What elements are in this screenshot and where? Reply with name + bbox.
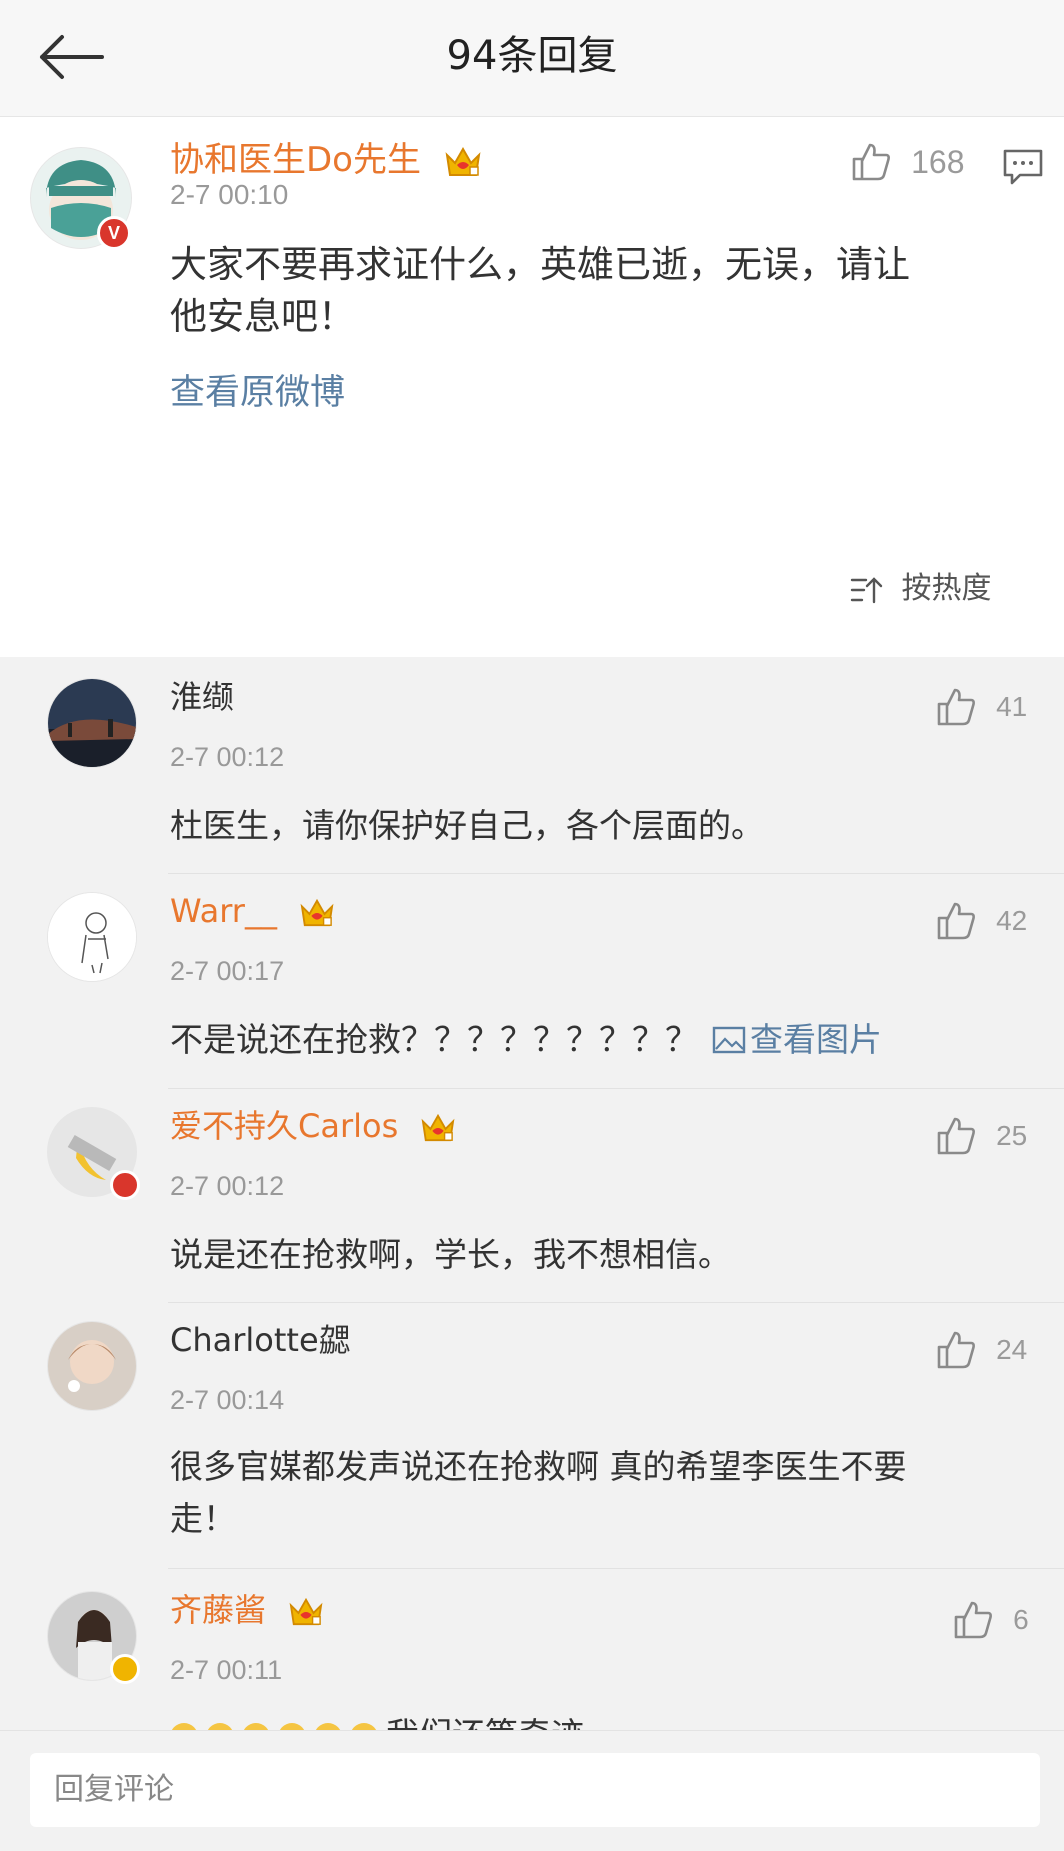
thumbs-up-icon [954, 1601, 992, 1639]
text-line: 走！ [170, 1499, 236, 1538]
comment-time: 2-7 00:12 [170, 742, 285, 772]
city-night-avatar-icon [48, 679, 136, 767]
like-count: 25 [996, 1120, 1028, 1151]
comment-like-button[interactable]: 24 [935, 1329, 1027, 1371]
verified-badge [110, 1654, 140, 1684]
main-post-like-button[interactable]: 168 [850, 141, 964, 183]
sketch-avatar-icon [48, 893, 136, 981]
like-count: 41 [996, 691, 1028, 722]
like-count: 42 [996, 905, 1028, 936]
username-text[interactable]: 齐藤酱 [170, 1591, 266, 1629]
comment-text: 很多官媒都发声说还在抢救啊 真的希望李医生不要 走！ [170, 1441, 907, 1545]
reply-input[interactable]: 回复评论 [30, 1753, 1040, 1827]
crying-emoji-icon [350, 1722, 378, 1730]
comment-text-body: 我们还等奇迹 [386, 1715, 584, 1730]
verified-badge: V [97, 216, 131, 250]
sort-label: 按热度 [901, 571, 992, 606]
comment-like-button[interactable]: 41 [935, 686, 1027, 728]
comment-text: 杜医生，请你保护好自己，各个层面的。 [170, 806, 764, 845]
comment-username[interactable]: 淮缬 [170, 674, 234, 720]
thumbs-up-icon [937, 688, 975, 726]
avatar[interactable] [47, 678, 137, 768]
crown-icon [445, 146, 481, 176]
page-title: 94条回复 [446, 33, 618, 79]
thumbs-up-icon [852, 143, 890, 181]
thumbs-up-icon [937, 902, 975, 940]
crying-emoji-icon [278, 1722, 306, 1730]
text-line: 他安息吧！ [170, 295, 355, 338]
avatar[interactable]: V [30, 147, 132, 250]
crying-emoji-icon [206, 1722, 234, 1730]
thumbs-up-icon [937, 1117, 975, 1155]
member-badge [110, 1170, 140, 1200]
comment-time: 2-7 00:17 [170, 956, 285, 986]
comment-icon [1003, 149, 1043, 185]
like-count: 6 [1013, 1604, 1029, 1635]
crying-emoji-icon [314, 1722, 342, 1730]
comment-time: 2-7 00:11 [170, 1655, 283, 1685]
text-line: 很多官媒都发声说还在抢救啊 真的希望李医生不要 [170, 1447, 907, 1486]
reply-button[interactable] [1002, 147, 1044, 191]
comment-like-button[interactable]: 6 [952, 1599, 1029, 1641]
reply-bar: 回复评论 [0, 1730, 1064, 1851]
username-text[interactable]: 爱不持久Carlos [170, 1107, 398, 1145]
crown-icon [300, 898, 334, 927]
comment-item: Warr__ 2-7 00:17 不是说还在抢救？？？？？？？？？ 查看图片 42 [0, 874, 1064, 1087]
thumbs-up-icon [937, 1331, 975, 1369]
comment-text: 我们还等奇迹 [170, 1709, 584, 1730]
crown-icon [422, 1113, 455, 1142]
view-image-label[interactable]: 查看图片 [750, 1020, 882, 1059]
image-icon [712, 1026, 746, 1054]
comment-item: Charlotte勰 2-7 00:14 很多官媒都发声说还在抢救啊 真的希望李… [0, 1303, 1064, 1568]
comment-username[interactable]: Charlotte勰 [170, 1317, 351, 1363]
text-line: 大家不要再求证什么，英雄已逝，无误，请让 [170, 243, 910, 286]
crown-icon [289, 1597, 323, 1626]
avatar[interactable] [47, 1591, 140, 1684]
like-count: 24 [996, 1334, 1028, 1365]
comment-like-button[interactable]: 25 [935, 1115, 1027, 1157]
view-original-link[interactable]: 查看原微博 [170, 364, 345, 415]
comment-text: 说是还在抢救啊，学长，我不想相信。 [170, 1235, 731, 1274]
main-post-text: 大家不要再求证什么，英雄已逝，无误，请让 他安息吧！ [170, 239, 910, 343]
child-avatar-icon [48, 1322, 136, 1410]
sort-toggle[interactable]: 按热度 [850, 563, 992, 607]
comment-item: 齐藤酱 2-7 00:11 我们还等奇迹 6 [0, 1569, 1064, 1730]
username-text[interactable]: 协和医生Do先生 [170, 140, 421, 180]
crying-emoji-icon [242, 1722, 270, 1730]
avatar[interactable] [47, 1321, 137, 1411]
avatar[interactable] [47, 1107, 140, 1200]
comment-time: 2-7 00:12 [170, 1171, 285, 1201]
avatar[interactable] [47, 892, 137, 982]
comment-item: 淮缬 2-7 00:12 杜医生，请你保护好自己，各个层面的。 41 [0, 660, 1064, 873]
like-count: 168 [911, 143, 965, 180]
comment-username[interactable]: Warr__ [170, 886, 335, 936]
comment-username[interactable]: 齐藤酱 [170, 1585, 324, 1635]
username-text[interactable]: Warr__ [170, 892, 277, 930]
comment-time: 2-7 00:14 [170, 1385, 285, 1415]
comment-like-button[interactable]: 42 [935, 900, 1027, 942]
main-post-time: 2-7 00:10 [170, 179, 289, 210]
comment-text: 不是说还在抢救？？？？？？？？？ 查看图片 [170, 1014, 882, 1066]
comment-item: 爱不持久Carlos 2-7 00:12 说是还在抢救啊，学长，我不想相信。 2… [0, 1089, 1064, 1302]
sort-icon [850, 576, 883, 603]
main-post: V 协和医生Do先生 2-7 00:10 168 大家不要再求证什么，英雄已逝，… [0, 117, 1064, 657]
view-image-link[interactable]: 查看图片 [712, 1020, 882, 1059]
comment-username[interactable]: 爱不持久Carlos [170, 1101, 456, 1151]
top-bar: 94条回复 [0, 0, 1064, 117]
comment-text-body: 不是说还在抢救？？？？？？？？？ [170, 1020, 698, 1059]
crying-emoji-icon [170, 1722, 198, 1730]
